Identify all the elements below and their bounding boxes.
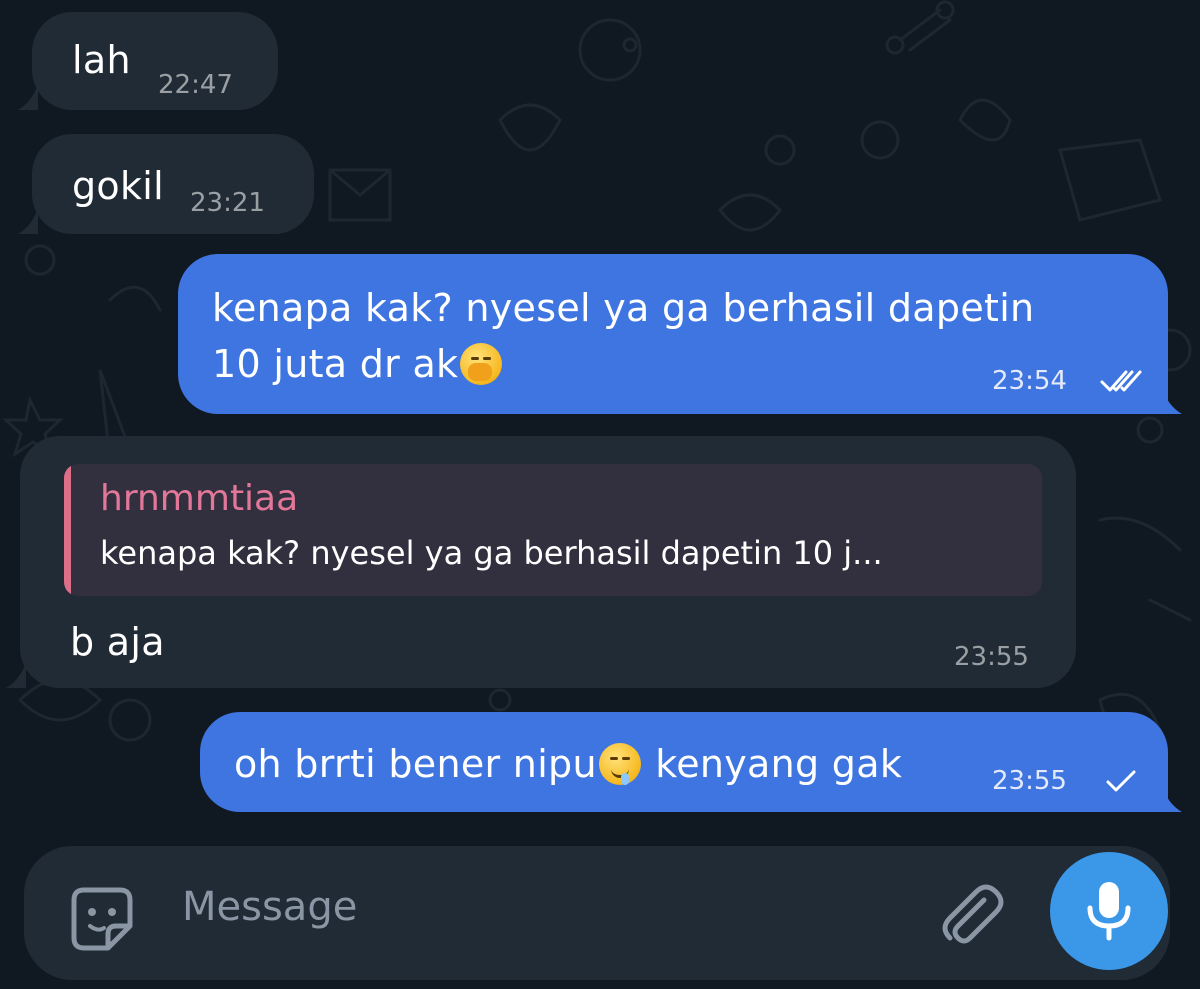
bubble-tail xyxy=(1162,388,1182,414)
single-check-icon xyxy=(1106,770,1136,792)
yawning-face-emoji-icon xyxy=(460,343,503,385)
bubble-tail xyxy=(18,208,38,234)
message-input[interactable]: Message xyxy=(182,884,357,930)
message-text-line: 10 juta dr ak xyxy=(212,338,504,390)
incoming-message[interactable]: gokil 23:21 xyxy=(18,134,314,234)
attach-paperclip-icon[interactable] xyxy=(934,880,1006,952)
message-text-line: oh brrti bener nipu kenyang gak xyxy=(234,738,902,790)
sticker-icon[interactable] xyxy=(64,882,140,958)
outgoing-message[interactable]: oh brrti bener nipu kenyang gak 23:55 xyxy=(200,712,1182,812)
reply-quote[interactable]: hrnmmtiaa kenapa kak? nyesel ya ga berha… xyxy=(64,464,1042,596)
message-time: 22:47 xyxy=(158,70,233,100)
reply-preview-text: kenapa kak? nyesel ya ga berhasil dapeti… xyxy=(100,534,883,572)
message-text: oh brrti bener nipu xyxy=(234,742,597,786)
outgoing-message[interactable]: kenapa kak? nyesel ya ga berhasil dapeti… xyxy=(178,254,1182,414)
microphone-icon xyxy=(1087,882,1131,941)
message-time: 23:21 xyxy=(190,188,265,218)
bubble-tail xyxy=(18,84,38,110)
message-text: lah xyxy=(72,38,131,82)
message-time: 23:55 xyxy=(992,766,1067,796)
reply-author: hrnmmtiaa xyxy=(100,478,299,519)
double-check-icon xyxy=(1100,370,1142,392)
voice-record-button[interactable] xyxy=(1050,852,1168,970)
drooling-face-emoji-icon xyxy=(598,743,641,785)
message-text: kenyang gak xyxy=(642,742,903,786)
bubble-tail xyxy=(6,662,26,688)
message-text: 10 juta dr ak xyxy=(212,342,459,386)
reply-accent-bar xyxy=(64,464,71,596)
message-text: gokil xyxy=(72,164,164,208)
incoming-reply-message[interactable]: hrnmmtiaa kenapa kak? nyesel ya ga berha… xyxy=(6,436,1076,688)
message-composer: Message xyxy=(24,846,1170,980)
incoming-message[interactable]: lah 22:47 xyxy=(18,12,278,110)
bubble-tail xyxy=(1162,786,1182,812)
message-time: 23:55 xyxy=(954,642,1029,672)
message-text: b aja xyxy=(70,620,165,664)
message-time: 23:54 xyxy=(992,366,1067,396)
message-text-line: kenapa kak? nyesel ya ga berhasil dapeti… xyxy=(212,286,1035,330)
